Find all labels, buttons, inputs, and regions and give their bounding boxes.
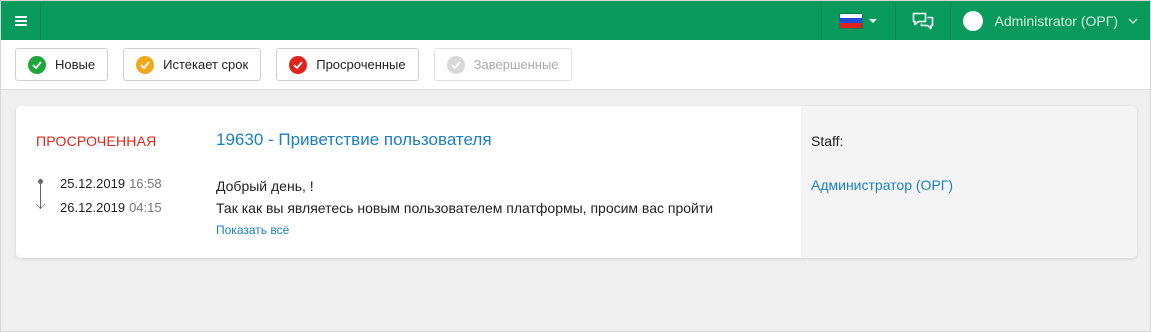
avatar	[962, 10, 983, 31]
chat-button[interactable]	[894, 1, 951, 40]
message-line-1: Добрый день, !	[216, 178, 314, 194]
menu-button[interactable]	[1, 1, 41, 40]
end-datetime: 26.12.2019 04:15	[60, 200, 162, 215]
filter-expiring-label: Истекает срок	[163, 57, 249, 72]
filter-completed-label: Завершенные	[473, 57, 559, 72]
user-name: Administrator (ОРГ)	[994, 12, 1119, 29]
check-icon	[446, 55, 465, 74]
show-all-link[interactable]: Показать всё	[216, 223, 289, 237]
start-time: 16:58	[129, 176, 162, 191]
filter-overdue-label: Просроченные	[316, 57, 406, 72]
staff-label: Staff:	[811, 133, 844, 149]
start-datetime: 25.12.2019 16:58	[60, 176, 162, 191]
check-icon	[136, 55, 155, 74]
task-title-link[interactable]: 19630 - Приветствие пользователя	[216, 130, 492, 150]
message-line-2: Так как вы являетесь новым пользователем…	[216, 200, 714, 216]
filter-new-button[interactable]: Новые	[15, 48, 109, 81]
chevron-down-icon	[1128, 18, 1138, 24]
status-badge: ПРОСРОЧЕННАЯ	[36, 133, 157, 149]
russia-flag-icon	[839, 12, 863, 29]
language-selector[interactable]	[820, 1, 895, 40]
chat-bubbles-icon	[912, 12, 933, 29]
filter-expiring-button[interactable]: Истекает срок	[123, 48, 262, 81]
filter-completed-button[interactable]: Завершенные	[433, 48, 572, 81]
task-card[interactable]: ПРОСРОЧЕННАЯ 19630 - Приветствие пользов…	[16, 106, 1137, 258]
user-menu[interactable]: Administrator (ОРГ)	[951, 1, 1151, 40]
staff-name-link[interactable]: Администратор (ОРГ)	[811, 177, 953, 193]
end-time: 04:15	[129, 200, 162, 215]
filter-overdue-button[interactable]: Просроченные	[276, 48, 419, 81]
end-date: 26.12.2019	[60, 200, 126, 215]
top-bar: Administrator (ОРГ)	[1, 1, 1150, 40]
filter-new-label: Новые	[55, 57, 96, 72]
filter-bar: Новые Истекает срок Просроченные Заверше…	[1, 40, 1150, 90]
start-date: 25.12.2019	[60, 176, 126, 191]
hamburger-icon	[14, 15, 27, 26]
caret-down-icon	[869, 18, 877, 23]
check-icon	[28, 55, 46, 74]
check-icon	[289, 55, 308, 74]
